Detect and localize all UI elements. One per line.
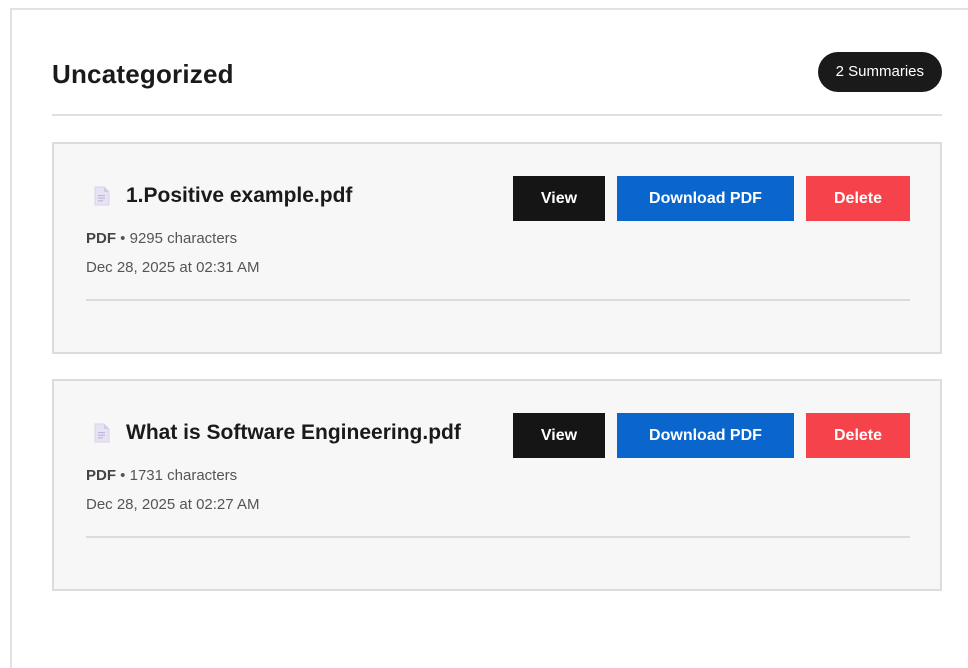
summary-count-badge: 2 Summaries — [817, 52, 942, 92]
file-name: 1.Positive example.pdf — [126, 184, 353, 207]
document-icon — [94, 423, 110, 443]
delete-button[interactable]: Delete — [806, 413, 910, 458]
delete-button[interactable]: Delete — [806, 176, 910, 221]
download-pdf-button[interactable]: Download PDF — [617, 176, 794, 221]
summaries-panel: Uncategorized 2 Summaries 1.Positive exa… — [10, 8, 968, 668]
file-type: PDF — [86, 230, 116, 247]
view-button[interactable]: View — [513, 413, 605, 458]
view-button[interactable]: View — [513, 176, 605, 221]
section-header: Uncategorized 2 Summaries — [52, 50, 942, 116]
meta-separator: • — [120, 467, 126, 484]
file-meta: PDF • 1731 characters — [86, 467, 237, 484]
summary-card: What is Software Engineering.pdf View Do… — [52, 379, 942, 591]
file-name: What is Software Engineering.pdf — [126, 421, 461, 444]
document-icon — [94, 186, 110, 206]
summary-card: 1.Positive example.pdf View Download PDF… — [52, 142, 942, 354]
file-meta: PDF • 9295 characters — [86, 230, 237, 247]
character-count: 9295 characters — [129, 230, 238, 247]
file-type: PDF — [86, 467, 116, 484]
created-date: Dec 28, 2025 at 02:31 AM — [86, 259, 260, 276]
card-divider — [86, 299, 910, 301]
meta-separator: • — [120, 230, 126, 247]
download-pdf-button[interactable]: Download PDF — [617, 413, 794, 458]
section-title: Uncategorized — [52, 59, 234, 89]
card-divider — [86, 536, 910, 538]
character-count: 1731 characters — [129, 467, 238, 484]
created-date: Dec 28, 2025 at 02:27 AM — [86, 496, 260, 513]
